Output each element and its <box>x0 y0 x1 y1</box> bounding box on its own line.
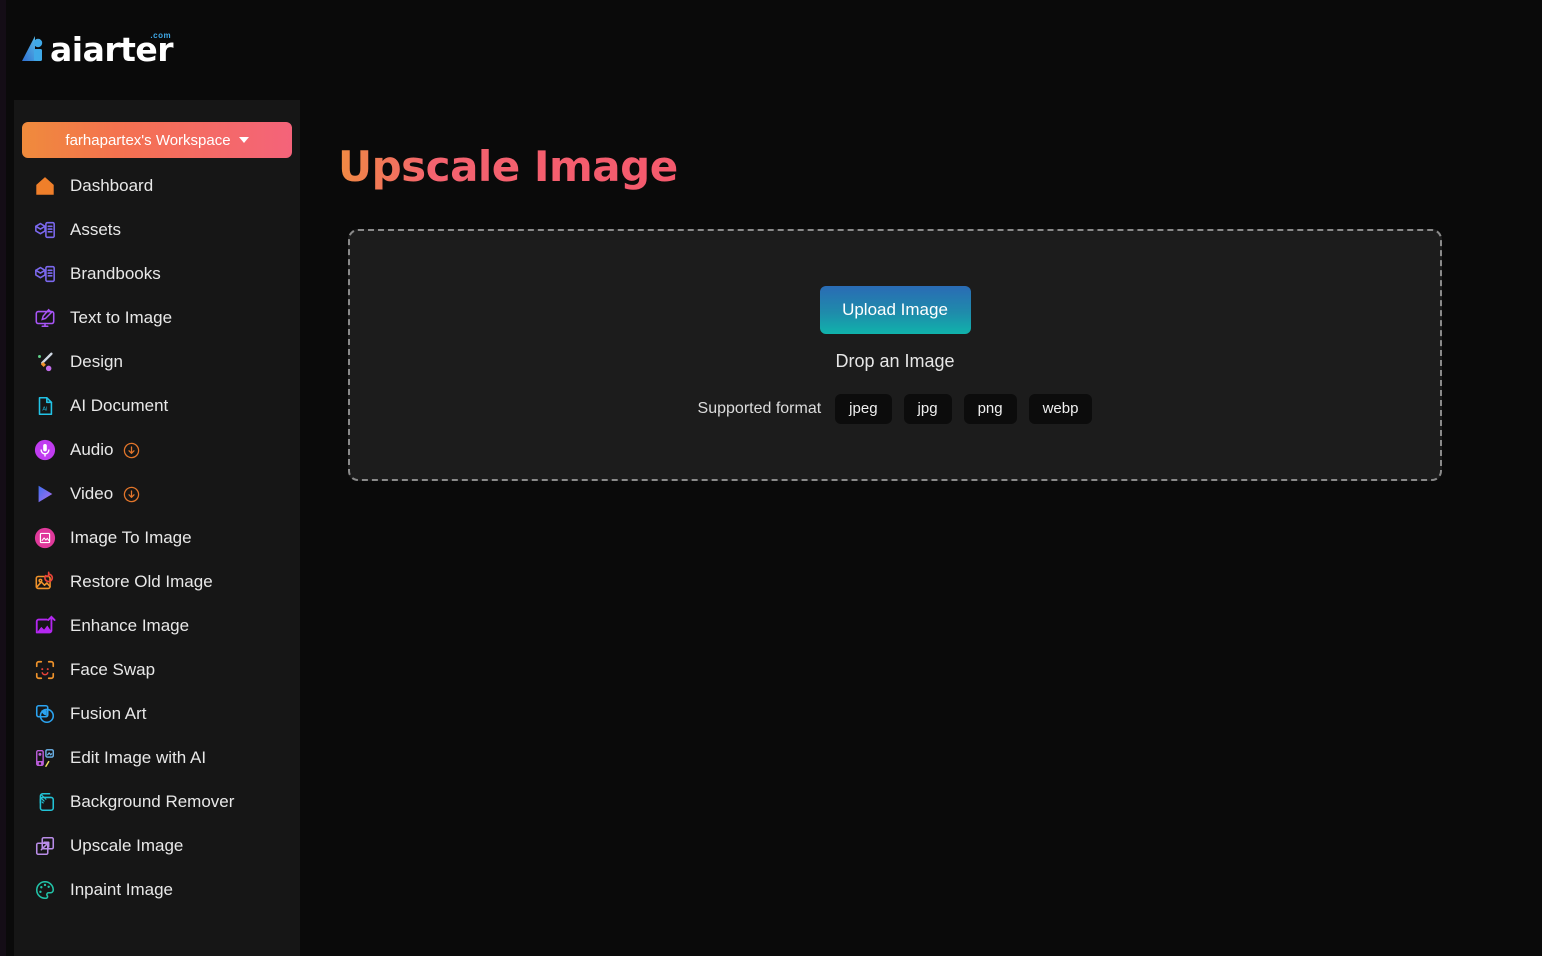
sidebar-item-label: Design <box>70 352 123 371</box>
format-chip: webp <box>1028 394 1093 424</box>
home-icon <box>34 175 56 197</box>
sidebar-item-label: Edit Image with AI <box>70 748 207 767</box>
sidebar-item-label: Text to Image <box>70 308 173 327</box>
sidebar-item-dashboard[interactable]: Dashboard <box>22 168 300 204</box>
paintbrush-icon <box>34 351 56 373</box>
sidebar-item-label: Image To Image <box>70 528 192 547</box>
brand-logo[interactable]: aiarter .com <box>18 30 174 76</box>
sidebar-item-label: Fusion Art <box>70 704 147 723</box>
enhance-image-icon <box>34 615 56 637</box>
sidebar-item-label: Assets <box>70 220 122 239</box>
drop-instruction-text: Drop an Image <box>835 351 955 371</box>
sidebar-item-label: Enhance Image <box>70 616 190 635</box>
main-content: Upscale Image Upload Image Drop an Image… <box>300 100 1542 956</box>
microphone-icon <box>34 439 56 461</box>
supported-format-label: Supported format <box>697 400 822 417</box>
format-chip: jpg <box>903 394 952 424</box>
sidebar-nav: Dashboard Assets Brandbooks Text to Image De… <box>14 168 300 908</box>
sidebar-item-label: Dashboard <box>70 176 154 195</box>
sidebar-item-image-to-image[interactable]: Image To Image <box>22 520 300 556</box>
palette-icon <box>34 879 56 901</box>
sidebar-item-brandbooks[interactable]: Brandbooks <box>22 256 300 292</box>
restore-image-icon <box>34 571 56 593</box>
sidebar-item-enhance-image[interactable]: Enhance Image <box>22 608 300 644</box>
assets-box-list-icon <box>34 219 56 241</box>
sidebar-item-label: Video <box>70 484 114 503</box>
sidebar-item-text-to-image[interactable]: Text to Image <box>22 300 300 336</box>
sidebar-item-ai-document[interactable]: AI AI Document <box>22 388 300 424</box>
sidebar-item-video[interactable]: Video <box>22 476 300 512</box>
brand-tld: .com <box>150 31 172 40</box>
workspace-label: farhapartex's Workspace <box>65 131 231 149</box>
sidebar-item-label: Upscale Image <box>70 836 184 855</box>
supported-formats-row: Supported format jpeg jpg png webp <box>698 394 1093 424</box>
sidebar-item-label: Background Remover <box>70 792 235 811</box>
app-root: aiarter .com farhapartex's Workspace Das… <box>0 0 1542 956</box>
triangle-logo-icon <box>18 33 52 67</box>
sidebar-item-label: Brandbooks <box>70 264 161 283</box>
format-chip: jpeg <box>835 394 892 424</box>
svg-text:AI: AI <box>42 407 48 413</box>
sidebar-item-design[interactable]: Design <box>22 344 300 380</box>
sidebar-item-inpaint-image[interactable]: Inpaint Image <box>22 872 300 908</box>
sidebar-item-label: Restore Old Image <box>70 572 213 591</box>
face-swap-icon <box>34 659 56 681</box>
sidebar-item-fusion-art[interactable]: Fusion Art <box>22 696 300 732</box>
sidebar-item-upscale-image[interactable]: Upscale Image <box>22 828 300 864</box>
sidebar-item-edit-image-with-ai[interactable]: Edit Image with AI <box>22 740 300 776</box>
download-circle-icon[interactable] <box>123 442 140 459</box>
play-triangle-icon <box>34 483 56 505</box>
left-edge-strip <box>0 0 6 956</box>
page-title: Upscale Image <box>338 142 678 191</box>
monitor-pen-icon <box>34 307 56 329</box>
edit-image-ai-icon <box>34 747 56 769</box>
format-chip: png <box>963 394 1017 424</box>
fusion-art-icon <box>34 703 56 725</box>
sidebar-item-restore-old-image[interactable]: Restore Old Image <box>22 564 300 600</box>
chevron-down-icon <box>238 137 249 143</box>
upscale-image-icon <box>34 835 56 857</box>
sidebar-item-background-remover[interactable]: Background Remover <box>22 784 300 820</box>
ai-document-icon: AI <box>34 395 56 417</box>
download-circle-icon[interactable] <box>123 486 140 503</box>
sidebar: farhapartex's Workspace Dashboard Assets B… <box>14 100 300 956</box>
background-remover-icon <box>34 791 56 813</box>
sidebar-item-assets[interactable]: Assets <box>22 212 300 248</box>
image-to-image-icon <box>34 527 56 549</box>
workspace-selector[interactable]: farhapartex's Workspace <box>22 122 292 158</box>
sidebar-item-label: Audio <box>70 440 114 459</box>
sidebar-item-face-swap[interactable]: Face Swap <box>22 652 300 688</box>
sidebar-item-label: Inpaint Image <box>70 880 174 899</box>
sidebar-item-label: AI Document <box>70 396 169 415</box>
sidebar-item-label: Face Swap <box>70 660 156 679</box>
image-dropzone[interactable]: Upload Image Drop an Image Supported for… <box>348 229 1442 481</box>
upload-image-button[interactable]: Upload Image <box>819 286 971 334</box>
brandbook-box-list-icon <box>34 263 56 285</box>
sidebar-item-audio[interactable]: Audio <box>22 432 300 468</box>
